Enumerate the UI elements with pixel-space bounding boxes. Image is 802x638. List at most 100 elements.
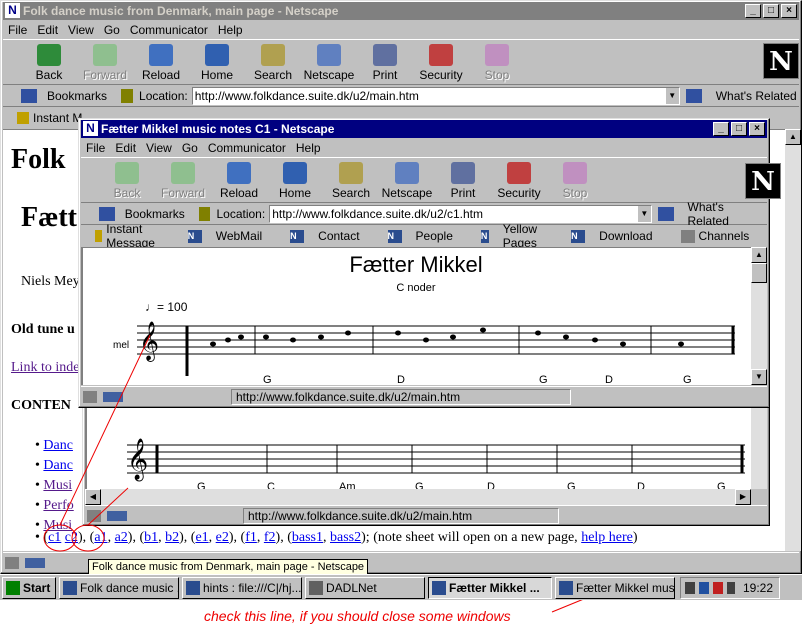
link-f1[interactable]: f1 [245, 530, 257, 545]
netscape-button[interactable]: Netscape [379, 158, 435, 202]
bookmarks-button[interactable]: Bookmarks [125, 207, 185, 221]
menu-go[interactable]: Go [99, 23, 125, 37]
task-faetter-mikkel-2[interactable]: Fætter Mikkel mus... [555, 576, 675, 599]
scroll-left-arrow[interactable]: ◀ [85, 489, 101, 505]
reload-button[interactable]: Reload [211, 158, 267, 202]
netscape-n-icon: N [480, 229, 489, 243]
link-a2[interactable]: a2 [115, 530, 128, 545]
netscape-icon [432, 580, 446, 595]
back-arrow-icon [37, 44, 61, 66]
forward-button[interactable]: Forward [77, 40, 133, 84]
stop-button[interactable]: Stop [469, 40, 525, 84]
help-link[interactable]: help here [581, 530, 633, 545]
home-button[interactable]: Home [267, 158, 323, 202]
menu-communicator[interactable]: Communicator [203, 141, 291, 155]
lock-icon [429, 44, 453, 66]
tooltip: Folk dance music from Denmark, main page… [88, 559, 369, 575]
whats-related-button[interactable]: What's Related [688, 200, 767, 228]
search-button[interactable]: Search [245, 40, 301, 84]
bookmarks-button[interactable]: Bookmarks [47, 89, 107, 103]
menu-view[interactable]: View [63, 23, 99, 37]
c2-vertical-scrollbar[interactable] [751, 405, 767, 489]
link-f2[interactable]: f2 [264, 530, 276, 545]
chevron-down-icon[interactable]: ▼ [636, 205, 651, 222]
maximize-button[interactable]: □ [731, 122, 747, 136]
menu-view[interactable]: View [141, 141, 177, 155]
security-button[interactable]: Security [413, 40, 469, 84]
forward-button[interactable]: Forward [155, 158, 211, 202]
webmail-link[interactable]: N WebMail [187, 229, 276, 243]
netscape-button[interactable]: Netscape [301, 40, 357, 84]
close-button[interactable]: × [781, 4, 797, 18]
sheet-subtitle: C noder [396, 282, 436, 294]
list-item[interactable]: • Danc [35, 456, 74, 476]
chord-label: D [397, 374, 405, 386]
minimize-button[interactable]: _ [713, 122, 729, 136]
main-url-input[interactable]: http://www.folkdance.suite.dk/u2/main.ht… [191, 86, 680, 105]
note-sheet-text: (note sheet will open on a new page, [373, 530, 578, 545]
c1-vertical-scrollbar[interactable]: ▲ ▼ [751, 247, 767, 385]
stop-icon [485, 44, 509, 66]
home-button[interactable]: Home [189, 40, 245, 84]
link-a1[interactable]: a1 [94, 530, 107, 545]
chevron-down-icon[interactable]: ▼ [664, 87, 679, 104]
list-item[interactable]: • Danc [35, 436, 74, 456]
menu-edit[interactable]: Edit [32, 23, 63, 37]
menu-edit[interactable]: Edit [110, 141, 141, 155]
main-title-bar[interactable]: N Folk dance music from Denmark, main pa… [3, 2, 799, 20]
start-button[interactable]: Start [2, 576, 56, 599]
menu-file[interactable]: File [81, 141, 110, 155]
back-button[interactable]: Back [99, 158, 155, 202]
c1-url-input[interactable]: http://www.folkdance.suite.dk/u2/c1.htm ▼ [269, 204, 652, 223]
tray-icons[interactable] [685, 581, 735, 594]
print-button[interactable]: Print [357, 40, 413, 84]
search-button[interactable]: Search [323, 158, 379, 202]
bullet-list: • Danc • Danc • Musi • Perfo • Musi [35, 436, 74, 536]
list-item[interactable]: • Musi [35, 476, 74, 496]
index-link[interactable]: Link to inde [11, 360, 79, 376]
c2-status-bar: http://www.folkdance.suite.dk/u2/main.ht… [85, 505, 767, 525]
c1-title-bar[interactable]: N Fætter Mikkel music notes C1 - Netscap… [81, 120, 767, 138]
scroll-thumb[interactable] [751, 263, 767, 283]
task-hints[interactable]: hints : file:///C|/hj... [182, 576, 302, 599]
scroll-up-arrow[interactable]: ▲ [785, 129, 801, 145]
menu-communicator[interactable]: Communicator [125, 23, 213, 37]
menu-help[interactable]: Help [291, 141, 326, 155]
scroll-right-arrow[interactable]: ▶ [735, 489, 751, 505]
link-c2[interactable]: c2 [65, 530, 78, 545]
menu-help[interactable]: Help [213, 23, 248, 37]
task-faetter-mikkel-1[interactable]: Fætter Mikkel ... [428, 576, 552, 599]
security-button[interactable]: Security [491, 158, 547, 202]
scroll-up-arrow[interactable]: ▲ [751, 247, 767, 263]
maximize-button[interactable]: □ [763, 4, 779, 18]
people-link[interactable]: N People [387, 229, 467, 243]
link-e1[interactable]: e1 [195, 530, 208, 545]
menu-go[interactable]: Go [177, 141, 203, 155]
c2-hscroll[interactable]: ◀ ▶ [85, 489, 751, 505]
link-e2[interactable]: e2 [216, 530, 229, 545]
main-vertical-scrollbar[interactable]: ▲ [785, 129, 801, 551]
link-bass2[interactable]: bass2 [330, 530, 361, 545]
link-bass1[interactable]: bass1 [292, 530, 323, 545]
scroll-down-arrow[interactable]: ▼ [751, 369, 767, 385]
list-item[interactable]: • Perfo [35, 496, 74, 516]
link-b2[interactable]: b2 [165, 530, 179, 545]
reload-button[interactable]: Reload [133, 40, 189, 84]
instant-message-link[interactable]: Instant Message [95, 222, 174, 250]
task-dadlnet[interactable]: DADLNet [305, 576, 425, 599]
print-button[interactable]: Print [435, 158, 491, 202]
minimize-button[interactable]: _ [745, 4, 761, 18]
link-b1[interactable]: b1 [144, 530, 158, 545]
whats-related-button[interactable]: What's Related [716, 89, 797, 103]
contact-link[interactable]: N Contact [290, 229, 373, 243]
download-link[interactable]: N Download [571, 229, 666, 243]
back-button[interactable]: Back [21, 40, 77, 84]
stop-button[interactable]: Stop [547, 158, 603, 202]
yellow-pages-link[interactable]: N Yellow Pages [480, 222, 557, 250]
link-c1[interactable]: c1 [48, 530, 61, 545]
contents-heading: CONTEN [11, 398, 71, 413]
close-button[interactable]: × [749, 122, 765, 136]
channels-link[interactable]: Channels [680, 229, 764, 243]
menu-file[interactable]: File [3, 23, 32, 37]
task-folk-dance[interactable]: Folk dance music ... [59, 576, 179, 599]
